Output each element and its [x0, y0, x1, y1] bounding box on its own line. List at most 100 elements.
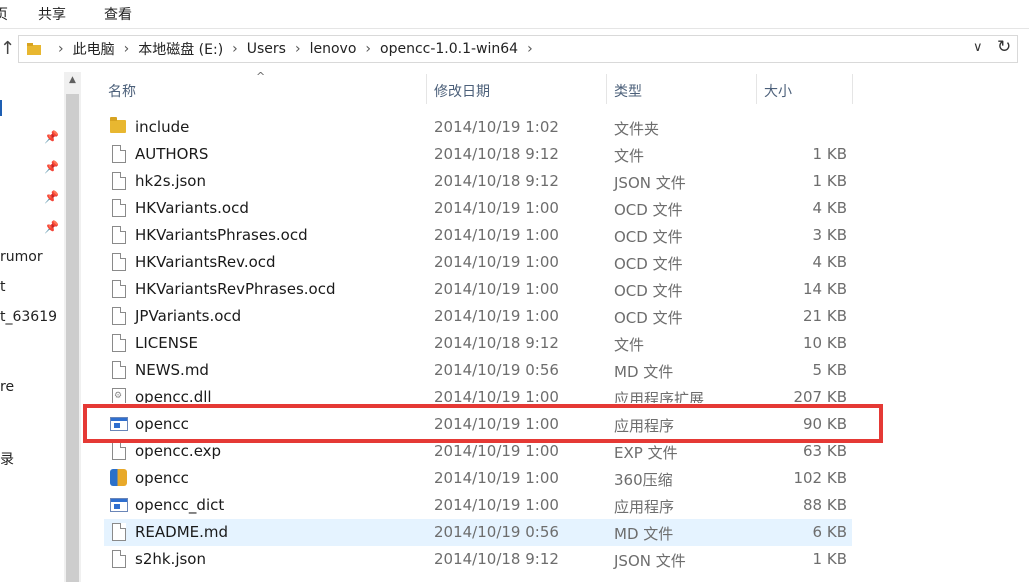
nav-item-t-63619[interactable]: t_63619 — [0, 309, 57, 325]
file-date: 2014/10/19 1:00 — [434, 307, 559, 325]
file-size: 5 KB — [812, 361, 847, 379]
pin-icon[interactable]: 📌 — [44, 220, 59, 234]
file-size: 207 KB — [793, 388, 847, 403]
file-row[interactable]: NEWS.md 2014/10/19 0:56 MD 文件 5 KB — [104, 357, 852, 384]
column-header-name[interactable]: 名称 — [108, 81, 136, 101]
chevron-right-icon[interactable]: › — [365, 41, 371, 57]
nav-item-t[interactable]: t — [0, 279, 6, 295]
file-row[interactable]: opencc.dll 2014/10/19 1:00 应用程序扩展 207 KB — [104, 384, 852, 403]
ribbon-tab-share[interactable]: 共享 — [38, 4, 66, 24]
file-type: JSON 文件 — [614, 552, 686, 570]
file-type: OCD 文件 — [614, 201, 683, 219]
breadcrumb-drive-e[interactable]: 本地磁盘 (E:) — [138, 39, 223, 59]
breadcrumb-lenovo[interactable]: lenovo — [310, 41, 357, 57]
file-date: 2014/10/19 0:56 — [434, 523, 559, 541]
file-icon — [110, 226, 128, 245]
file-type: 文件 — [614, 336, 645, 354]
chevron-right-icon[interactable]: › — [295, 41, 301, 57]
breadcrumb-this-pc[interactable]: 此电脑 — [73, 39, 115, 59]
column-divider[interactable] — [606, 74, 607, 104]
file-row[interactable]: HKVariantsRevPhrases.ocd 2014/10/19 1:00 O… — [104, 276, 852, 303]
file-size: 88 KB — [803, 496, 847, 514]
scroll-up-arrow-icon[interactable]: ▲ — [64, 72, 81, 89]
file-date: 2014/10/18 9:12 — [434, 145, 559, 163]
file-name: HKVariantsRev.ocd — [135, 253, 276, 271]
nav-item-lu[interactable]: 录 — [0, 449, 14, 469]
address-bar[interactable]: › 此电脑 › 本地磁盘 (E:) › Users › lenovo › ope… — [18, 35, 1018, 63]
breadcrumb-users[interactable]: Users — [247, 41, 286, 57]
file-type: EXP 文件 — [614, 444, 678, 462]
address-row: ↑ › 此电脑 › 本地磁盘 (E:) › Users › lenovo › o… — [0, 33, 1029, 65]
chevron-right-icon[interactable]: › — [124, 41, 130, 57]
file-size: 1 KB — [812, 172, 847, 190]
file-name: opencc.exp — [135, 442, 222, 460]
file-row[interactable]: hk2s.json 2014/10/18 9:12 JSON 文件 1 KB — [104, 168, 852, 195]
chevron-right-icon[interactable]: › — [232, 41, 238, 57]
file-name: s2hk.json — [135, 550, 206, 568]
file-row[interactable]: README.md 2014/10/19 0:56 MD 文件 6 KB — [104, 519, 852, 546]
file-icon — [110, 307, 128, 326]
refresh-icon[interactable]: ↻ — [997, 37, 1011, 57]
ribbon-divider — [0, 28, 1029, 29]
file-icon — [110, 550, 128, 569]
file-icon — [110, 199, 128, 218]
file-row[interactable]: opencc_dict 2014/10/19 1:00 应用程序 88 KB — [104, 492, 852, 519]
file-size: 4 KB — [812, 199, 847, 217]
ribbon-tab-view[interactable]: 查看 — [104, 4, 132, 24]
file-date: 2014/10/19 1:00 — [434, 442, 559, 460]
file-size: 102 KB — [793, 469, 847, 487]
column-header-type[interactable]: 类型 — [614, 81, 642, 101]
column-divider[interactable] — [852, 74, 853, 104]
file-size: 6 KB — [812, 523, 847, 541]
breadcrumb-opencc-folder[interactable]: opencc-1.0.1-win64 — [380, 41, 518, 57]
file-icon — [110, 253, 128, 272]
column-header-date[interactable]: 修改日期 — [434, 81, 490, 101]
file-row[interactable]: AUTHORS 2014/10/18 9:12 文件 1 KB — [104, 141, 852, 168]
folder-icon — [27, 43, 41, 55]
file-row[interactable]: LICENSE 2014/10/18 9:12 文件 10 KB — [104, 330, 852, 357]
chevron-right-icon[interactable]: › — [58, 41, 64, 57]
navigation-pane: 📌 📌 📌 📌 rumor t t_63619 re 录 — [0, 72, 64, 582]
up-arrow-icon[interactable]: ↑ — [0, 35, 16, 63]
file-icon — [110, 361, 128, 380]
file-name: HKVariants.ocd — [135, 199, 249, 217]
file-row[interactable]: opencc 2014/10/19 1:00 360压缩 102 KB — [104, 465, 852, 492]
file-name: opencc.dll — [135, 388, 212, 403]
file-size: 4 KB — [812, 253, 847, 271]
ribbon-tabs: 页 共享 查看 — [0, 0, 1029, 28]
column-header-size[interactable]: 大小 — [764, 81, 792, 101]
file-row[interactable]: include 2014/10/19 1:02 文件夹 — [104, 114, 852, 141]
file-date: 2014/10/19 1:00 — [434, 199, 559, 217]
file-row[interactable]: s2hk.json 2014/10/18 9:12 JSON 文件 1 KB — [104, 546, 852, 573]
chevron-right-icon[interactable]: › — [527, 41, 533, 57]
file-icon — [110, 442, 128, 461]
file-size: 1 KB — [812, 550, 847, 568]
pin-icon[interactable]: 📌 — [44, 130, 59, 144]
nav-selection-marker — [0, 100, 2, 116]
file-date: 2014/10/19 1:00 — [434, 469, 559, 487]
file-row[interactable]: JPVariants.ocd 2014/10/19 1:00 OCD 文件 21 KB — [104, 303, 852, 330]
file-date: 2014/10/19 1:00 — [434, 253, 559, 271]
file-date: 2014/10/19 1:00 — [434, 226, 559, 244]
column-divider[interactable] — [756, 74, 757, 104]
vertical-scrollbar[interactable]: ▲ — [64, 72, 81, 582]
scrollbar-thumb[interactable] — [66, 94, 79, 582]
pin-icon[interactable]: 📌 — [44, 160, 59, 174]
file-date: 2014/10/18 9:12 — [434, 550, 559, 568]
file-type: JSON 文件 — [614, 174, 686, 192]
ribbon-tab-file-partial[interactable]: 页 — [0, 4, 8, 24]
file-size: 21 KB — [803, 307, 847, 325]
pin-icon[interactable]: 📌 — [44, 190, 59, 204]
nav-item-rumor[interactable]: rumor — [0, 249, 43, 265]
file-icon — [110, 280, 128, 299]
file-icon — [110, 334, 128, 353]
file-row[interactable]: HKVariantsPhrases.ocd 2014/10/19 1:00 OCD … — [104, 222, 852, 249]
file-row[interactable]: HKVariantsRev.ocd 2014/10/19 1:00 OCD 文件 4 … — [104, 249, 852, 276]
nav-item-re[interactable]: re — [0, 379, 14, 395]
file-type: OCD 文件 — [614, 282, 683, 300]
column-divider[interactable] — [426, 74, 427, 104]
chevron-down-icon[interactable]: ∨ — [973, 40, 983, 55]
file-row[interactable]: HKVariants.ocd 2014/10/19 1:00 OCD 文件 4 KB — [104, 195, 852, 222]
dll-icon — [110, 388, 128, 403]
file-icon — [110, 523, 128, 542]
